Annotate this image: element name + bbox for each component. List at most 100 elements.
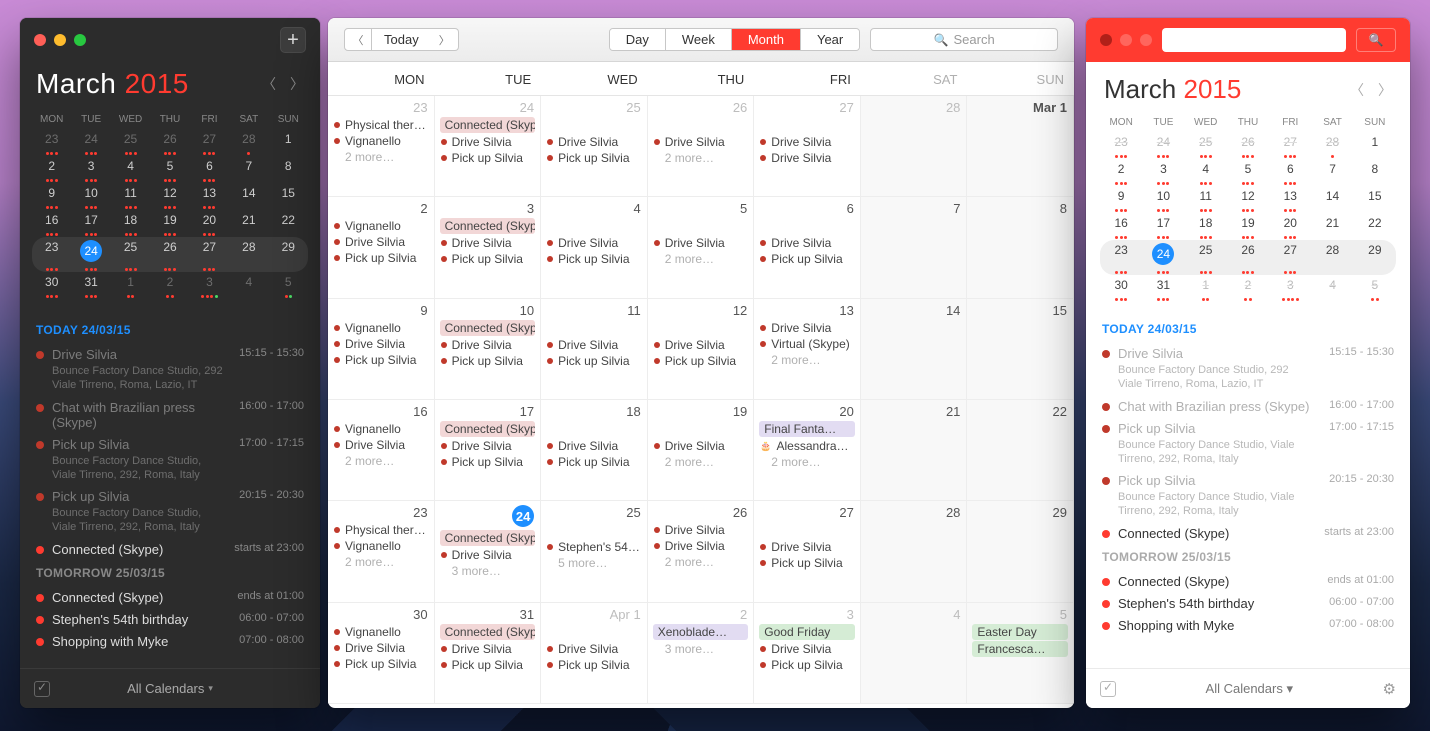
event[interactable]: Drive Silvia bbox=[441, 134, 535, 150]
next-month-button[interactable]: 〉 bbox=[1378, 80, 1392, 100]
day-cell[interactable]: 31Connected (Skype)Drive SilviaPick up S… bbox=[435, 603, 542, 704]
zoom-icon[interactable] bbox=[1140, 34, 1152, 46]
prev-month-button[interactable]: 〈 bbox=[1350, 80, 1364, 100]
day-cell[interactable]: 26Drive Silvia2 more… bbox=[648, 96, 755, 197]
mini-day[interactable]: 26 bbox=[1227, 132, 1269, 159]
add-event-button[interactable]: + bbox=[280, 27, 306, 53]
day-cell[interactable]: 3Connected (Skype)Drive SilviaPick up Si… bbox=[435, 197, 542, 298]
event[interactable]: Pick up Silvia bbox=[654, 353, 748, 369]
event[interactable]: Drive Silvia bbox=[441, 438, 535, 454]
mini-day[interactable]: 4 bbox=[111, 156, 150, 183]
day-cell[interactable]: 19Drive Silvia2 more… bbox=[648, 400, 755, 501]
mini-day[interactable]: 16 bbox=[1100, 213, 1142, 240]
agenda-item[interactable]: Connected (Skype)ends at 01:00 bbox=[36, 586, 304, 608]
mini-day[interactable]: 18 bbox=[111, 210, 150, 237]
event[interactable]: Drive Silvia bbox=[760, 320, 854, 336]
agenda-item[interactable]: Drive SilviaBounce Factory Dance Studio,… bbox=[36, 343, 304, 396]
mini-day[interactable]: 7 bbox=[1311, 159, 1353, 186]
mini-day[interactable]: 24 bbox=[71, 237, 110, 272]
mini-day[interactable]: 17 bbox=[1142, 213, 1184, 240]
mini-day[interactable]: 1 bbox=[1354, 132, 1396, 159]
event[interactable]: Pick up Silvia bbox=[547, 657, 641, 673]
mini-day[interactable]: 6 bbox=[190, 156, 229, 183]
day-cell[interactable]: 25Stephen's 54…5 more… bbox=[541, 501, 648, 602]
mini-day[interactable]: 15 bbox=[1354, 186, 1396, 213]
day-cell[interactable]: Mar 1 bbox=[967, 96, 1074, 197]
agenda-item[interactable]: Shopping with Myke07:00 - 08:00 bbox=[1102, 614, 1394, 636]
event[interactable]: Pick up Silvia bbox=[547, 454, 641, 470]
event[interactable]: Drive Silvia bbox=[547, 438, 641, 454]
day-cell[interactable]: 24Connected (Skype)Drive Silvia3 more… bbox=[435, 501, 542, 602]
reminders-toggle[interactable] bbox=[1100, 681, 1116, 697]
event[interactable]: Pick up Silvia bbox=[547, 251, 641, 267]
event[interactable]: Drive Silvia bbox=[334, 336, 428, 352]
mini-day[interactable]: 14 bbox=[1311, 186, 1353, 213]
event[interactable]: Drive Silvia bbox=[654, 337, 748, 353]
event[interactable]: Final Fanta… bbox=[759, 421, 855, 437]
today-button[interactable]: Today bbox=[372, 28, 431, 51]
event[interactable]: Virtual (Skype) bbox=[760, 336, 854, 352]
day-cell[interactable]: 23Physical ther…Vignanello2 more… bbox=[328, 501, 435, 602]
event[interactable]: Drive Silvia bbox=[441, 547, 535, 563]
mini-day[interactable]: 1 bbox=[111, 272, 150, 299]
event[interactable]: Drive Silvia bbox=[334, 640, 428, 656]
event[interactable]: Vignanello bbox=[334, 320, 428, 336]
more-events-link[interactable]: 2 more… bbox=[654, 251, 748, 266]
agenda-item[interactable]: Drive SilviaBounce Factory Dance Studio,… bbox=[1102, 342, 1394, 395]
day-cell[interactable]: 9VignanelloDrive SilviaPick up Silvia bbox=[328, 299, 435, 400]
mini-day[interactable]: 20 bbox=[1269, 213, 1311, 240]
event[interactable]: Pick up Silvia bbox=[334, 352, 428, 368]
mini-day[interactable]: 10 bbox=[71, 183, 110, 210]
agenda-item[interactable]: Pick up SilviaBounce Factory Dance Studi… bbox=[36, 433, 304, 486]
event[interactable]: Good Friday bbox=[759, 624, 855, 640]
mini-day[interactable]: 26 bbox=[150, 237, 189, 272]
day-cell[interactable]: 12Drive SilviaPick up Silvia bbox=[648, 299, 755, 400]
day-cell[interactable]: 14 bbox=[861, 299, 968, 400]
mini-day[interactable]: 15 bbox=[269, 183, 308, 210]
all-calendars-button[interactable]: All Calendars ▾ bbox=[1206, 681, 1293, 697]
event[interactable]: Drive Silvia bbox=[441, 235, 535, 251]
mini-day[interactable]: 8 bbox=[1354, 159, 1396, 186]
day-cell[interactable]: 26Drive SilviaDrive Silvia2 more… bbox=[648, 501, 755, 602]
mini-day[interactable]: 27 bbox=[1269, 240, 1311, 275]
mini-day[interactable]: 25 bbox=[1185, 132, 1227, 159]
mini-day[interactable]: 9 bbox=[1100, 186, 1142, 213]
day-cell[interactable]: 15 bbox=[967, 299, 1074, 400]
more-events-link[interactable]: 2 more… bbox=[760, 454, 854, 469]
mini-day[interactable]: 28 bbox=[1311, 132, 1353, 159]
event[interactable]: Drive Silvia bbox=[441, 641, 535, 657]
event[interactable]: Pick up Silvia bbox=[441, 150, 535, 166]
event[interactable]: Connected (Skype) bbox=[440, 218, 536, 234]
day-cell[interactable]: 7 bbox=[861, 197, 968, 298]
mini-day[interactable]: 28 bbox=[1311, 240, 1353, 275]
mini-day[interactable]: 12 bbox=[150, 183, 189, 210]
event[interactable]: Drive Silvia bbox=[654, 538, 748, 554]
more-events-link[interactable]: 2 more… bbox=[654, 554, 748, 569]
mini-day[interactable]: 23 bbox=[1100, 240, 1142, 275]
event[interactable]: Pick up Silvia bbox=[441, 454, 535, 470]
mini-day[interactable]: 27 bbox=[190, 237, 229, 272]
mini-day[interactable]: 29 bbox=[1354, 240, 1396, 275]
event[interactable]: Drive Silvia bbox=[654, 134, 748, 150]
more-events-link[interactable]: 5 more… bbox=[547, 555, 641, 570]
mini-day[interactable]: 2 bbox=[32, 156, 71, 183]
close-icon[interactable] bbox=[1100, 34, 1112, 46]
event[interactable]: Pick up Silvia bbox=[441, 657, 535, 673]
event[interactable]: Drive Silvia bbox=[760, 134, 854, 150]
mini-day[interactable]: 19 bbox=[150, 210, 189, 237]
all-calendars-button[interactable]: All Calendars▾ bbox=[127, 681, 213, 696]
day-cell[interactable]: 5Easter DayFrancesca… bbox=[967, 603, 1074, 704]
event[interactable]: Pick up Silvia bbox=[547, 150, 641, 166]
prev-month-button[interactable]: 〈 bbox=[262, 74, 276, 94]
mini-day[interactable]: 25 bbox=[1185, 240, 1227, 275]
agenda-item[interactable]: Connected (Skype)starts at 23:00 bbox=[36, 538, 304, 560]
minimize-icon[interactable] bbox=[1120, 34, 1132, 46]
mini-day[interactable]: 5 bbox=[1227, 159, 1269, 186]
event[interactable]: Pick up Silvia bbox=[441, 353, 535, 369]
day-cell[interactable]: Apr 1Drive SilviaPick up Silvia bbox=[541, 603, 648, 704]
agenda-item[interactable]: Stephen's 54th birthday06:00 - 07:00 bbox=[1102, 592, 1394, 614]
event[interactable]: Vignanello bbox=[334, 538, 428, 554]
day-cell[interactable]: 17Connected (Skype)Drive SilviaPick up S… bbox=[435, 400, 542, 501]
mini-day[interactable]: 6 bbox=[1269, 159, 1311, 186]
mini-day[interactable]: 16 bbox=[32, 210, 71, 237]
